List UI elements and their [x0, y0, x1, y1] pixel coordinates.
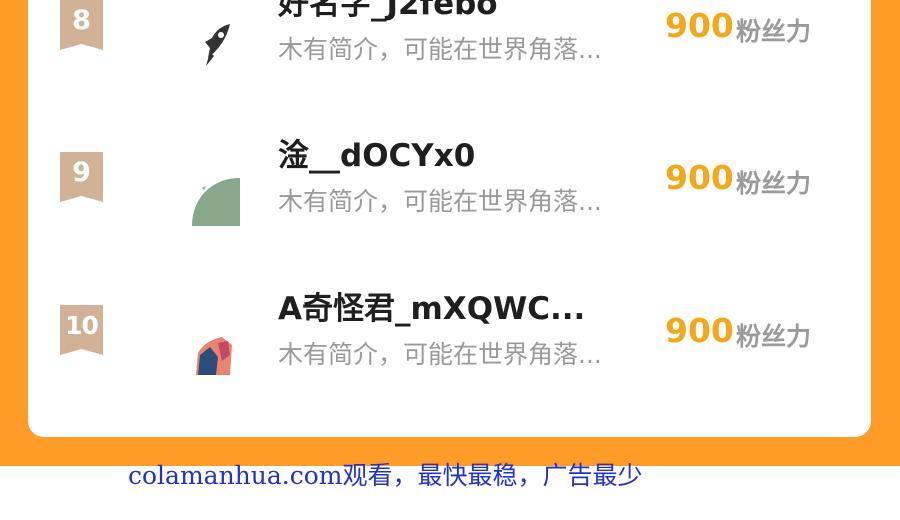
rank-badge: 8 — [60, 0, 103, 50]
fan-power-score: 900 — [665, 158, 734, 197]
rank-badge: 10 — [60, 305, 103, 355]
fan-power-label: 粉丝力 — [736, 17, 812, 46]
colorful-avatar-icon[interactable] — [188, 305, 248, 385]
rank-badge: 9 — [60, 152, 103, 202]
fan-power-label: 粉丝力 — [736, 322, 812, 351]
user-bio: 木有简介，可能在世界角落... — [278, 35, 602, 64]
leaderboard-row[interactable]: 9 淦__dOCYx0 木有简介，可能在世界角落... 900 粉丝力 — [28, 122, 871, 232]
user-bio: 木有简介，可能在世界角落... — [278, 340, 602, 369]
rocket-icon[interactable] — [188, 0, 248, 80]
watermark-text: colamanhua.com观看，最快最稳，广告最少 — [128, 461, 643, 490]
leaderboard-row[interactable]: 8 好名字_J2febo 木有简介，可能在世界角落... 900 粉丝力 — [28, 0, 871, 80]
user-name[interactable]: A奇怪君_mXQWC... — [278, 283, 585, 328]
user-name[interactable]: 好名字_J2febo — [278, 0, 498, 23]
fan-power-score: 900 — [665, 6, 734, 45]
user-bio: 木有简介，可能在世界角落... — [278, 187, 602, 216]
leaderboard-card: 8 好名字_J2febo 木有简介，可能在世界角落... 900 粉丝力 9 淦… — [28, 0, 871, 437]
green-avatar-icon[interactable] — [188, 152, 248, 232]
user-name[interactable]: 淦__dOCYx0 — [278, 130, 475, 175]
fan-power-score: 900 — [665, 311, 734, 350]
fan-power-label: 粉丝力 — [736, 169, 812, 198]
leaderboard-row[interactable]: 10 A奇怪君_mXQWC... 木有简介，可能在世界角落... 900 粉丝力 — [28, 275, 871, 385]
